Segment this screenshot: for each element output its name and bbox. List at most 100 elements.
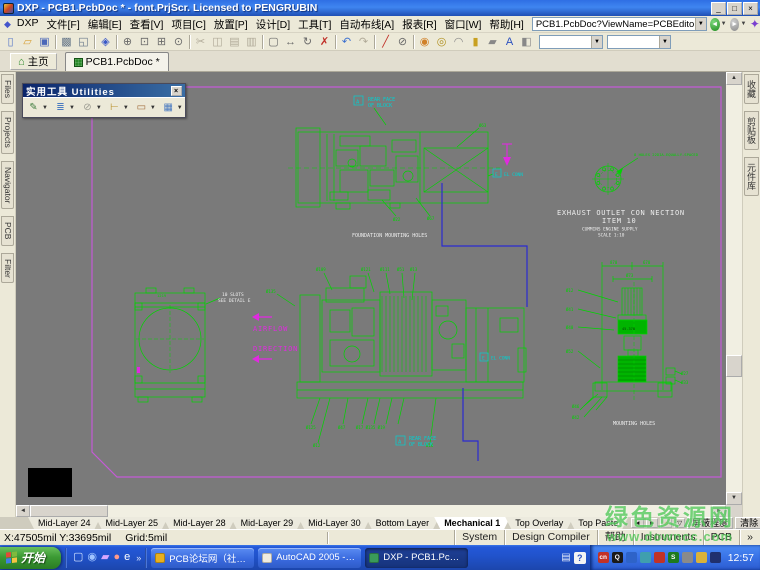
open-document-button[interactable]: ▱ xyxy=(19,34,36,50)
redo-button[interactable]: ↷ xyxy=(355,34,372,50)
mask-level-button[interactable]: 屏蔽程度 xyxy=(687,517,733,529)
cut-button[interactable]: ✂ xyxy=(192,34,209,50)
dxp-home-icon[interactable]: ✦ xyxy=(749,18,760,31)
layer-stack-button[interactable]: ◈ xyxy=(97,34,114,50)
panel-button-design-compiler[interactable]: Design Compiler xyxy=(504,530,597,545)
place-string-button[interactable]: A xyxy=(501,34,518,50)
tray-input-method-icon[interactable]: cn xyxy=(598,552,609,563)
panel-button-instruments[interactable]: Instruments xyxy=(633,530,703,545)
utilities-floating-toolbar[interactable]: 实用工具 Utilities × ✎▼≣▼⊘▼⊢▼▭▼▦▼ xyxy=(22,83,186,118)
copy-button[interactable]: ◫ xyxy=(209,34,226,50)
tray-volume-icon[interactable] xyxy=(682,552,693,563)
place-via-button[interactable]: ◎ xyxy=(433,34,450,50)
filter-icon[interactable]: ▽ xyxy=(674,518,685,528)
place-component-button[interactable]: ◧ xyxy=(518,34,535,50)
layer-color-icon[interactable]: ☼ xyxy=(660,518,672,528)
scroll-down-icon[interactable]: ▼ xyxy=(726,492,742,505)
panel-tab-剪贴板[interactable]: 剪贴板 xyxy=(744,111,759,150)
alignment-utilities-button[interactable]: ≣▼ xyxy=(52,100,79,116)
minimize-button[interactable]: _ xyxy=(711,2,726,15)
layer-tab-top-overlay[interactable]: Top Overlay xyxy=(505,517,573,529)
vertical-scrollbar[interactable]: ▲ ▼ xyxy=(726,72,742,505)
placement-utilities-button[interactable]: ✎▼ xyxy=(25,100,52,116)
component-combo[interactable]: ▼ xyxy=(539,35,603,49)
panel-tab-projects[interactable]: Projects xyxy=(1,111,14,154)
panel-tab-files[interactable]: Files xyxy=(1,74,14,104)
scroll-right-icon[interactable]: ► xyxy=(712,505,726,517)
print-button[interactable]: ▩ xyxy=(58,34,75,50)
layer-tab-mid-layer-25[interactable]: Mid-Layer 25 xyxy=(96,517,169,529)
tray-qq-icon[interactable]: Q xyxy=(612,552,623,563)
room-utilities-dropdown-icon[interactable]: ▼ xyxy=(150,105,156,111)
document-address-combo[interactable]: PCB1.PcbDoc?ViewName=PCBEditor; ▼ xyxy=(532,17,707,31)
utilities-close-icon[interactable]: × xyxy=(171,86,182,96)
menu-item-编辑-e[interactable]: 编辑[E] xyxy=(84,16,126,33)
task-pcb-forum-button[interactable]: PCB论坛网（社区|技术... xyxy=(151,548,254,568)
save-document-button[interactable]: ▣ xyxy=(36,34,53,50)
grid-utilities-button[interactable]: ▦▼ xyxy=(160,100,187,116)
tray-updater-icon[interactable] xyxy=(696,552,707,563)
task-dxp-button[interactable]: DXP - PCB1.PcbDoc * - f... xyxy=(365,548,468,568)
menu-item-查看-v[interactable]: 查看[V] xyxy=(126,16,168,33)
dimension-utilities-dropdown-icon[interactable]: ▼ xyxy=(123,105,129,111)
menu-item-帮助-h[interactable]: 帮助[H] xyxy=(485,16,527,33)
menu-item-设计-d[interactable]: 设计[D] xyxy=(252,16,294,33)
place-fill-button[interactable]: ▮ xyxy=(467,34,484,50)
scroll-up-icon[interactable]: ▲ xyxy=(726,72,742,85)
start-button[interactable]: 开始 xyxy=(0,547,61,569)
paste-button[interactable]: ▤ xyxy=(226,34,243,50)
place-pad-button[interactable]: ◉ xyxy=(416,34,433,50)
horizontal-scroll-thumb[interactable] xyxy=(30,505,108,517)
menu-item-文件-f[interactable]: 文件[F] xyxy=(43,16,84,33)
close-button[interactable]: × xyxy=(743,2,758,15)
tab-home[interactable]: ⌂ 主页 xyxy=(10,53,57,70)
interactive-routing-button[interactable]: ╱ xyxy=(377,34,394,50)
menu-item-项目-c[interactable]: 项目[C] xyxy=(167,16,209,33)
menu-item-窗口-w[interactable]: 窗口[W] xyxy=(441,16,486,33)
net-combo[interactable]: ▼ xyxy=(607,35,671,49)
find-selection-button[interactable]: ⊘ xyxy=(394,34,411,50)
tray-antivirus-icon[interactable] xyxy=(640,552,651,563)
panel-button-system[interactable]: System xyxy=(454,530,504,545)
layer-tab-mid-layer-24[interactable]: Mid-Layer 24 xyxy=(28,517,101,529)
print-preview-button[interactable]: ◱ xyxy=(75,34,92,50)
component-combo-dropdown-icon[interactable]: ▼ xyxy=(591,36,602,48)
quick-launch-overflow-icon[interactable]: » xyxy=(134,553,143,563)
find-utilities-button[interactable]: ⊘▼ xyxy=(79,100,106,116)
tray-download-icon[interactable] xyxy=(654,552,665,563)
layer-tab-bottom-layer[interactable]: Bottom Layer xyxy=(366,517,440,529)
quicklaunch-app-red-icon[interactable]: ● xyxy=(114,552,121,563)
utilities-title-bar[interactable]: 实用工具 Utilities × xyxy=(23,84,185,97)
panel-button-帮助[interactable]: 帮助 xyxy=(597,530,633,545)
layer-next-icon[interactable]: ► xyxy=(646,518,658,528)
alignment-utilities-dropdown-icon[interactable]: ▼ xyxy=(69,105,75,111)
grid-utilities-dropdown-icon[interactable]: ▼ xyxy=(177,105,183,111)
clear-filter-button[interactable]: ✗ xyxy=(316,34,333,50)
horizontal-scrollbar[interactable]: ◄ ► xyxy=(16,505,726,517)
find-utilities-dropdown-icon[interactable]: ▼ xyxy=(96,105,102,111)
panel-tab-收藏[interactable]: 收藏 xyxy=(744,74,759,104)
new-document-button[interactable]: ▯ xyxy=(2,34,19,50)
address-dropdown-icon[interactable]: ▼ xyxy=(695,18,706,30)
scroll-left-icon[interactable]: ◄ xyxy=(16,505,30,517)
zoom-window-button[interactable]: ⊕ xyxy=(119,34,136,50)
layer-tab-mid-layer-29[interactable]: Mid-Layer 29 xyxy=(231,517,304,529)
paste-array-button[interactable]: ▥ xyxy=(243,34,260,50)
move-selection-button[interactable]: ↔ xyxy=(282,34,299,50)
undo-button[interactable]: ↶ xyxy=(338,34,355,50)
room-utilities-button[interactable]: ▭▼ xyxy=(133,100,160,116)
panel-tab-元件库[interactable]: 元件库 xyxy=(744,157,759,196)
menu-item-报表-r[interactable]: 报表[R] xyxy=(398,16,440,33)
nav-forward-dropdown-icon[interactable]: ▼ xyxy=(740,21,746,27)
zoom-selection-button[interactable]: ⊙ xyxy=(170,34,187,50)
layer-prev-icon[interactable]: ◄ xyxy=(631,518,643,528)
panel-button-pcb[interactable]: PCB xyxy=(703,530,740,545)
rotate-selection-button[interactable]: ↻ xyxy=(299,34,316,50)
pcb-editor-canvas[interactable]: REAR FACEOF BLOCKAØ63EL CONNE8 HOLES 22D… xyxy=(16,72,726,505)
quicklaunch-browser-icon[interactable]: e xyxy=(124,552,130,563)
net-combo-dropdown-icon[interactable]: ▼ xyxy=(659,36,670,48)
menu-item-dxp[interactable]: DXP xyxy=(13,16,43,33)
place-arc-button[interactable]: ◠ xyxy=(450,34,467,50)
menu-item-放置-p[interactable]: 放置[P] xyxy=(210,16,252,33)
nav-back-button[interactable]: ◄ xyxy=(710,18,720,31)
